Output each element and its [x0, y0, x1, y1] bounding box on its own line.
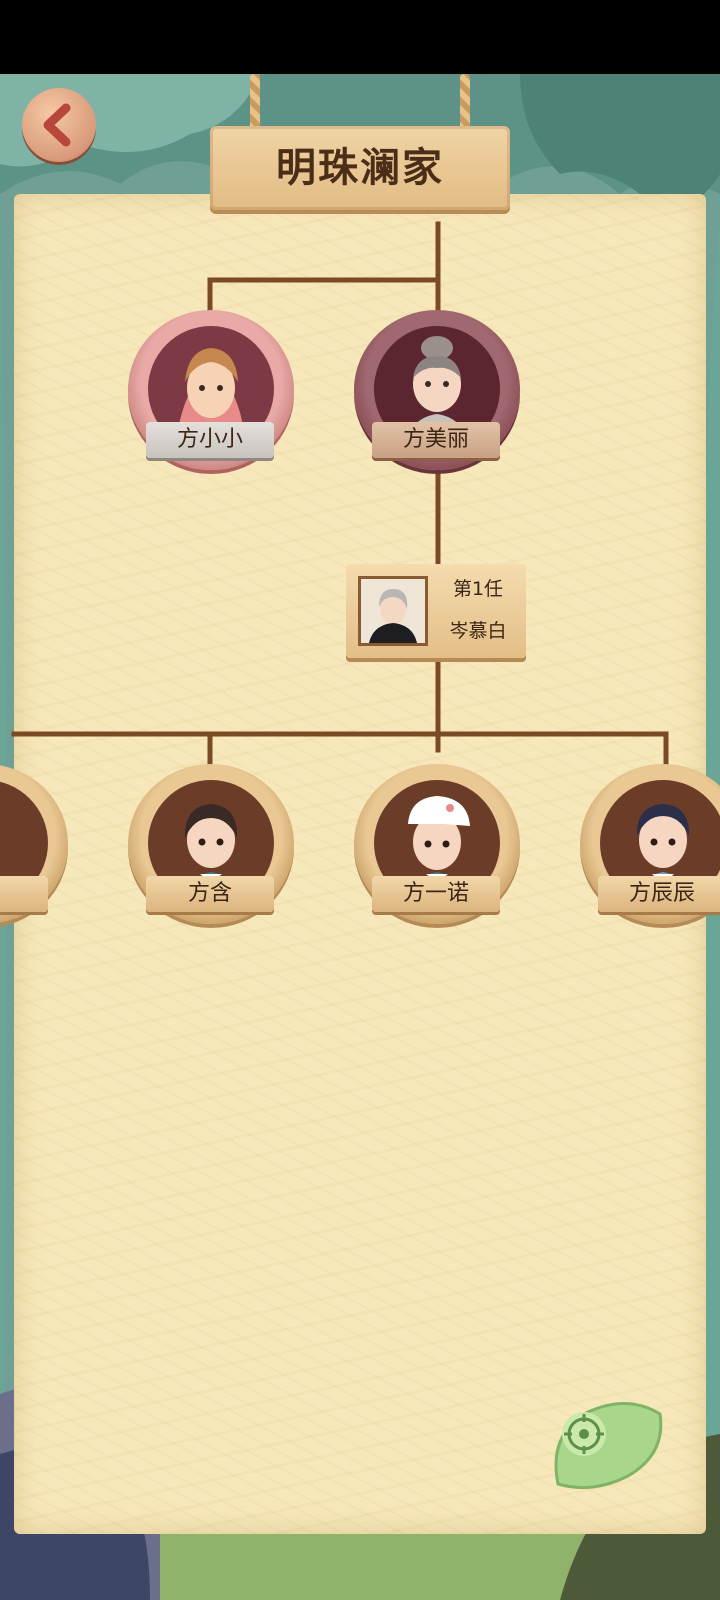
member-parent-2[interactable]: 方美丽	[354, 310, 524, 480]
member-child-2[interactable]: 方含	[128, 764, 298, 934]
spouse-avatar	[358, 576, 428, 646]
member-name: 方一诺	[372, 876, 500, 912]
locate-crosshair-icon	[554, 1402, 663, 1490]
spouse-card[interactable]: 第1任 岑慕白	[346, 564, 526, 658]
member-child-1[interactable]	[0, 764, 72, 934]
status-bar	[0, 0, 720, 74]
back-arrow-icon	[43, 103, 71, 147]
member-child-3[interactable]: 方一诺	[354, 764, 524, 934]
family-tree-scene: 明珠澜家 方小小 方美丽 第1任 岑慕白 方含 方一诺 方辰辰	[0, 74, 720, 1600]
spouse-rank: 第1任	[452, 578, 504, 600]
member-name	[0, 876, 48, 912]
rope-right	[460, 74, 470, 130]
member-name: 方辰辰	[598, 876, 720, 912]
member-name: 方含	[146, 876, 274, 912]
member-child-4[interactable]: 方辰辰	[580, 764, 720, 934]
back-button[interactable]	[22, 88, 96, 162]
member-name: 方美丽	[372, 422, 500, 458]
spouse-name: 岑慕白	[449, 620, 507, 642]
rope-left	[250, 74, 260, 130]
member-parent-1[interactable]: 方小小	[128, 310, 298, 480]
locate-button[interactable]	[548, 1394, 668, 1494]
page-title: 明珠澜家	[276, 144, 444, 191]
member-name: 方小小	[146, 422, 274, 458]
family-title-board: 明珠澜家	[210, 74, 510, 214]
